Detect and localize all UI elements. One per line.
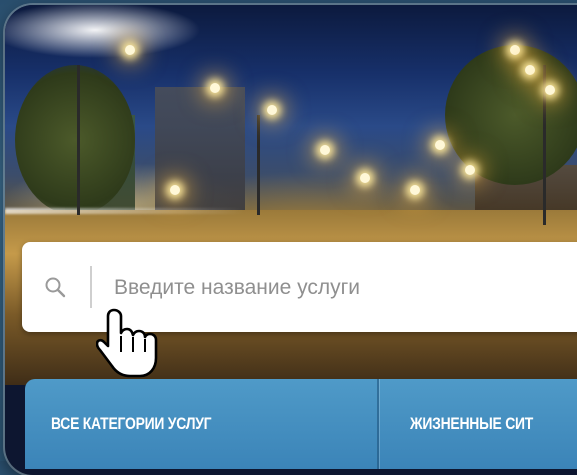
street-light	[435, 140, 445, 150]
street-light	[410, 185, 420, 195]
street-light	[360, 173, 370, 183]
category-tab-bar: ВСЕ КАТЕГОРИИ УСЛУГ ЖИЗНЕННЫЕ СИТ	[25, 379, 577, 469]
street-pole	[257, 115, 260, 215]
hero-glow	[5, 5, 205, 65]
street-light	[267, 105, 277, 115]
hero-tree	[445, 45, 577, 185]
street-pole	[77, 65, 80, 215]
street-light	[545, 85, 555, 95]
street-light	[465, 165, 475, 175]
hand-pointer-cursor-icon	[96, 308, 158, 378]
street-light	[210, 83, 220, 93]
search-input[interactable]	[112, 270, 577, 306]
hero-building	[155, 87, 245, 217]
street-light	[125, 45, 135, 55]
search-icon[interactable]	[44, 276, 66, 298]
hero-light-streak	[5, 208, 245, 214]
street-light	[320, 145, 330, 155]
tab-all-categories[interactable]: ВСЕ КАТЕГОРИИ УСЛУГ	[51, 379, 212, 469]
street-light	[525, 65, 535, 75]
tab-separator	[377, 379, 379, 469]
tab-life-situations[interactable]: ЖИЗНЕННЫЕ СИТ	[410, 379, 533, 469]
street-light	[510, 45, 520, 55]
street-light	[170, 185, 180, 195]
search-divider	[90, 266, 92, 308]
hero-tree	[15, 65, 135, 215]
